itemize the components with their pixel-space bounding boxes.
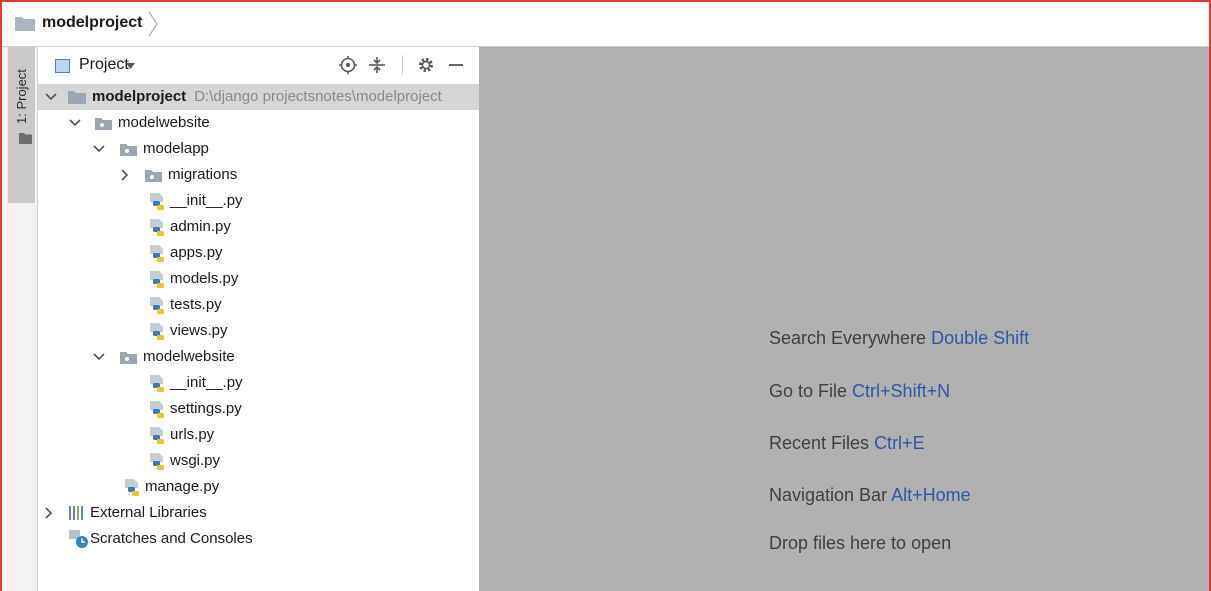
- file-label: views.py: [170, 322, 228, 339]
- tree-label: modelwebsite: [118, 114, 210, 131]
- python-file-icon: [150, 427, 164, 444]
- chevron-down-icon[interactable]: [92, 350, 106, 364]
- tree-row-scratches[interactable]: Scratches and Consoles: [38, 526, 479, 552]
- package-folder-icon: [120, 352, 137, 364]
- tree-row-root[interactable]: modelproject D:\django projectsnotes\mode…: [38, 84, 479, 110]
- python-file-icon: [150, 271, 164, 288]
- breadcrumb-project[interactable]: modelproject: [42, 14, 142, 32]
- tree-row-file[interactable]: admin.py: [38, 214, 479, 240]
- hint-shortcut: Double Shift: [931, 328, 1030, 348]
- header-separator: [402, 55, 403, 75]
- chevron-down-icon[interactable]: [92, 142, 106, 156]
- python-file-icon: [150, 375, 164, 392]
- root-folder-path: D:\django projectsnotes\modelproject: [194, 88, 442, 105]
- hint-label: Search Everywhere: [769, 328, 927, 348]
- file-label: settings.py: [170, 400, 242, 417]
- hint-drop-files: Drop files here to open: [769, 533, 951, 554]
- tool-window-strip: 1: Project: [2, 47, 38, 591]
- python-file-icon: [150, 245, 164, 262]
- file-label: urls.py: [170, 426, 215, 443]
- project-tool-window-tab[interactable]: 1: Project: [8, 47, 35, 203]
- python-file-icon: [125, 479, 139, 496]
- tree-row-modelapp[interactable]: modelapp: [38, 136, 479, 162]
- folder-icon: [15, 17, 35, 31]
- tree-row-migrations[interactable]: migrations: [38, 162, 479, 188]
- folder-icon: [68, 91, 86, 104]
- hint-search-everywhere: Search Everywhere Double Shift: [769, 328, 1029, 349]
- file-label: tests.py: [170, 296, 222, 313]
- file-label: manage.py: [145, 478, 220, 495]
- file-label: __init__.py: [170, 374, 243, 391]
- navigation-bar: modelproject: [2, 2, 1209, 47]
- tree-row-file[interactable]: models.py: [38, 266, 479, 292]
- package-folder-icon: [95, 118, 112, 130]
- hint-label: Navigation Bar: [769, 485, 888, 505]
- file-label: wsgi.py: [170, 452, 221, 469]
- python-file-icon: [150, 219, 164, 236]
- hint-navigation-bar: Navigation Bar Alt+Home: [769, 485, 971, 506]
- ide-window: modelproject 1: Project Project modelpro…: [0, 0, 1211, 591]
- collapse-all-icon[interactable]: [367, 55, 387, 75]
- tree-label: modelapp: [143, 140, 209, 157]
- hint-label: Go to File: [769, 381, 848, 401]
- editor-empty-area[interactable]: Search Everywhere Double Shift Go to Fil…: [479, 47, 1209, 591]
- chevron-right-icon[interactable]: [118, 168, 132, 182]
- tree-row-inner-package[interactable]: modelwebsite: [38, 344, 479, 370]
- tree-row-file[interactable]: tests.py: [38, 292, 479, 318]
- python-file-icon: [150, 193, 164, 210]
- file-label: admin.py: [170, 218, 231, 235]
- hint-recent-files: Recent Files Ctrl+E: [769, 433, 925, 454]
- tree-row-file[interactable]: manage.py: [38, 474, 479, 500]
- tree-label: Scratches and Consoles: [90, 530, 253, 547]
- hint-label: Drop files here to open: [769, 533, 952, 553]
- tree-row-file[interactable]: urls.py: [38, 422, 479, 448]
- hint-label: Recent Files: [769, 433, 870, 453]
- tree-row-file[interactable]: views.py: [38, 318, 479, 344]
- python-file-icon: [150, 323, 164, 340]
- libraries-icon: [69, 506, 83, 520]
- tree-row-modelwebsite[interactable]: modelwebsite: [38, 110, 479, 136]
- project-panel-header: Project: [38, 47, 479, 85]
- project-tab-label: 1: Project: [14, 69, 29, 125]
- tree-label: External Libraries: [90, 504, 207, 521]
- chevron-down-icon[interactable]: [126, 63, 135, 69]
- tree-label: modelwebsite: [143, 348, 235, 365]
- tree-row-file[interactable]: apps.py: [38, 240, 479, 266]
- tree-row-file[interactable]: settings.py: [38, 396, 479, 422]
- python-file-icon: [150, 401, 164, 418]
- tree-row-file[interactable]: wsgi.py: [38, 448, 479, 474]
- hint-shortcut: Ctrl+Shift+N: [852, 381, 951, 401]
- scratches-icon: [69, 530, 88, 548]
- file-label: apps.py: [170, 244, 223, 261]
- tree-row-file[interactable]: __init__.py: [38, 188, 479, 214]
- package-folder-icon: [120, 144, 137, 156]
- locate-icon[interactable]: [338, 55, 358, 75]
- tree-label: migrations: [168, 166, 238, 183]
- hint-shortcut: Alt+Home: [891, 485, 971, 505]
- project-panel: Project modelproject D:\django projectsn…: [38, 47, 479, 591]
- tree-row-file[interactable]: __init__.py: [38, 370, 479, 396]
- project-view-selector[interactable]: Project: [79, 56, 129, 74]
- file-label: models.py: [170, 270, 239, 287]
- file-label: __init__.py: [170, 192, 243, 209]
- chevron-down-icon[interactable]: [68, 116, 82, 130]
- project-view-icon: [55, 59, 70, 73]
- python-file-icon: [150, 297, 164, 314]
- breadcrumb-separator-icon: [148, 11, 158, 37]
- hide-icon[interactable]: [446, 55, 466, 75]
- chevron-down-icon[interactable]: [44, 90, 58, 104]
- folder-icon: [19, 133, 32, 144]
- chevron-right-icon[interactable]: [42, 506, 56, 520]
- hint-go-to-file: Go to File Ctrl+Shift+N: [769, 381, 950, 402]
- python-file-icon: [150, 453, 164, 470]
- root-folder-label: modelproject D:\django projectsnotes\mode…: [92, 88, 442, 105]
- package-folder-icon: [145, 170, 162, 182]
- gear-icon[interactable]: [416, 55, 436, 75]
- tree-row-external-libraries[interactable]: External Libraries: [38, 500, 479, 526]
- hint-shortcut: Ctrl+E: [874, 433, 925, 453]
